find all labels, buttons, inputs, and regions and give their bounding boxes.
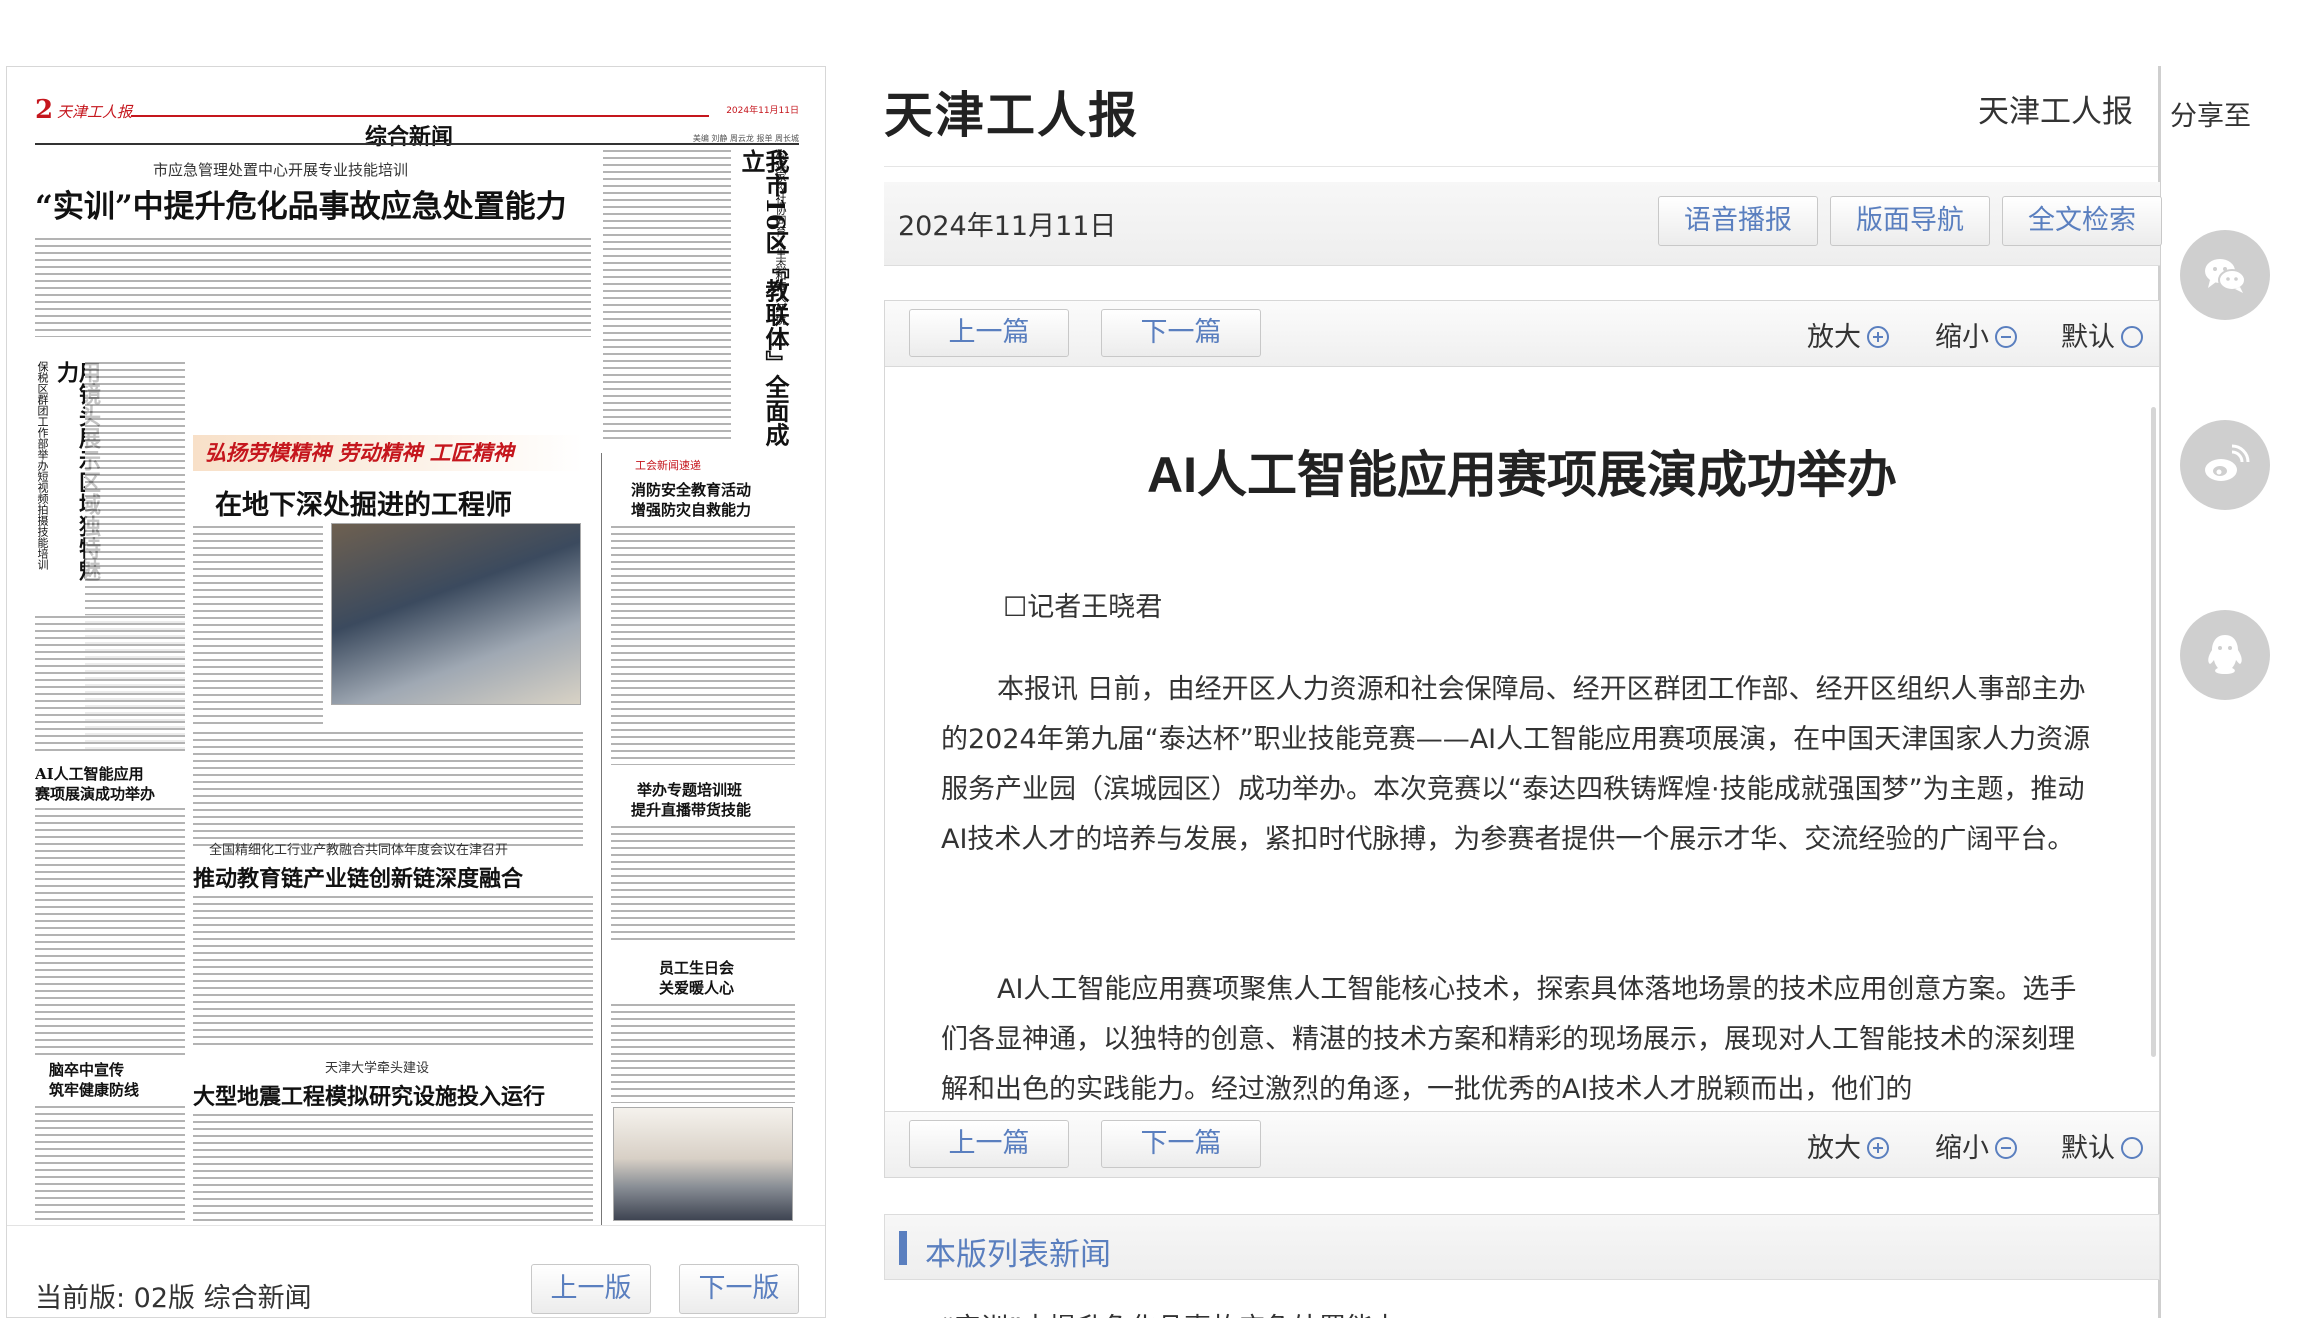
zoom-in-button[interactable]: 放大 [1807, 315, 1889, 354]
circle-icon [2121, 326, 2143, 348]
side-headline-2a: 举办专题培训班 [637, 781, 743, 799]
article-author: ☐记者王晓君 [1003, 592, 1163, 623]
site-title: 天津工人报 [884, 89, 1140, 143]
zoom-out-button[interactable]: 缩小 [1935, 315, 2017, 354]
article-toolbar-bottom: 上一篇 下一篇 放大 缩小 默认 [885, 1111, 2159, 1177]
share-label: 分享至 [2170, 101, 2251, 132]
weibo-icon [2205, 444, 2250, 481]
newspaper-date: 2024年11月11日 [726, 106, 799, 116]
story2-headline: 在地下深处掘进的工程师 [215, 490, 512, 521]
list-marker [899, 1231, 907, 1265]
zoom-in-button-bottom[interactable]: 放大 [1807, 1126, 1889, 1165]
article-scrollbar[interactable] [2151, 407, 2156, 1057]
left-small2-headline-b: 筑牢健康防线 [49, 1081, 140, 1099]
side-headline-1b: 增强防灾自救能力 [631, 501, 752, 519]
zoom-out-button-bottom[interactable]: 缩小 [1935, 1126, 2017, 1165]
story4-headline: 大型地震工程模拟研究设施投入运行 [193, 1084, 546, 1110]
story1-kicker: 市应急管理处置中心开展专业技能培训 [153, 161, 409, 179]
story-vertical-subhead: 构建家校社协同育人生态和育人环境 [774, 149, 787, 325]
zoom-default-button[interactable]: 默认 [2061, 315, 2143, 354]
fulltext-search-button[interactable]: 全文检索 [2002, 196, 2162, 246]
current-edition-label: 当前版: 02版 综合新闻 [35, 1283, 312, 1314]
article-box: 上一篇 下一篇 放大 缩小 默认 AI人工智能应用赛项展演成功举办 ☐记者王晓君… [884, 300, 2160, 1178]
next-article-button-bottom[interactable]: 下一篇 [1101, 1120, 1261, 1168]
article-paragraph: 本报讯 日前，由经开区人力资源和社会保障局、经开区群团工作部、经开区组织人事部主… [941, 674, 2091, 855]
side-headline-1a: 消防安全教育活动 [631, 481, 752, 499]
prev-article-button-bottom[interactable]: 上一篇 [909, 1120, 1069, 1168]
story-left-vertical-subhead: 保税区群团工作部举办短视频拍摄技能培训 [36, 361, 49, 570]
plus-circle-icon [1867, 326, 1889, 348]
side-headline-3a: 员工生日会 [659, 959, 735, 977]
prev-edition-button[interactable]: 上一版 [531, 1264, 651, 1314]
page-news-list-title: 本版列表新闻 [925, 1237, 1111, 1273]
circle-icon [2121, 1137, 2143, 1159]
story3-headline: 推动教育链产业链创新链深度融合 [193, 866, 524, 892]
share-wechat-button[interactable] [2180, 230, 2270, 320]
article-paragraph: AI人工智能应用赛项聚焦人工智能核心技术，探索具体落地场景的技术应用创意方案。选… [941, 974, 2077, 1105]
next-article-button[interactable]: 下一篇 [1101, 309, 1261, 357]
article-title: AI人工智能应用赛项展演成功举办 [1147, 447, 1897, 503]
left-small-headline-a: AI人工智能应用 [35, 765, 144, 783]
next-edition-button[interactable]: 下一版 [679, 1264, 799, 1314]
article-content[interactable]: AI人工智能应用赛项展演成功举办 ☐记者王晓君 本报讯 日前，由经开区人力资源和… [885, 367, 2159, 1111]
newspaper-brand-logo: 天津工人报 [57, 103, 133, 121]
page-news-list-header: 本版列表新闻 [884, 1214, 2160, 1280]
article-toolbar-top: 上一篇 下一篇 放大 缩小 默认 [885, 301, 2159, 367]
date-toolbar: 2024年11月11日 语音播报 版面导航 全文检索 [884, 182, 2162, 266]
event-photo [613, 1107, 793, 1221]
issue-date: 2024年11月11日 [898, 211, 1117, 242]
zoom-default-button-bottom[interactable]: 默认 [2061, 1126, 2143, 1165]
left-small-headline-b: 赛项展演成功举办 [35, 785, 156, 803]
side-headline-2b: 提升直播带货技能 [631, 801, 752, 819]
newspaper-page-image[interactable]: 2 天津工人报 2024年11月11日 综合新闻 美编 刘静 周云龙 报单 周长… [35, 95, 799, 1225]
layout-navigation-button[interactable]: 版面导航 [1830, 196, 1990, 246]
newspaper-banner: 弘扬劳模精神 劳动精神 工匠精神 [205, 440, 514, 465]
site-home-link[interactable]: 天津工人报 [1978, 86, 2133, 131]
newspaper-page-number: 2 [35, 95, 54, 125]
audio-broadcast-button[interactable]: 语音播报 [1658, 196, 1818, 246]
list-item[interactable]: “实训”中提升危化品事故应急处置能力 [940, 1306, 1400, 1318]
minus-circle-icon [1995, 326, 2017, 348]
story1-headline: “实训”中提升危化品事故应急处置能力 [35, 189, 567, 225]
side-headline-3b: 关爱暖人心 [659, 979, 735, 997]
wechat-icon [2205, 259, 2246, 293]
qq-icon [2208, 635, 2242, 674]
newspaper-section-name: 综合新闻 [365, 124, 454, 150]
newspaper-panel: 2 天津工人报 2024年11月11日 综合新闻 美编 刘静 周云龙 报单 周长… [6, 66, 826, 1318]
engineer-photo [331, 523, 581, 705]
edition-footer: 当前版: 02版 综合新闻 上一版 下一版 [7, 1225, 825, 1318]
plus-circle-icon [1867, 1137, 1889, 1159]
prev-article-button[interactable]: 上一篇 [909, 309, 1069, 357]
share-weibo-button[interactable] [2180, 420, 2270, 510]
left-small2-headline-a: 脑卒中宣传 [49, 1061, 125, 1079]
minus-circle-icon [1995, 1137, 2017, 1159]
share-qq-button[interactable] [2180, 610, 2270, 700]
story4-kicker: 天津大学牵头建设 [325, 1061, 430, 1076]
story3-kicker: 全国精细化工行业产教融合共同体年度会议在津召开 [209, 843, 509, 858]
side-column-kicker: 工会新闻速递 [635, 459, 701, 472]
